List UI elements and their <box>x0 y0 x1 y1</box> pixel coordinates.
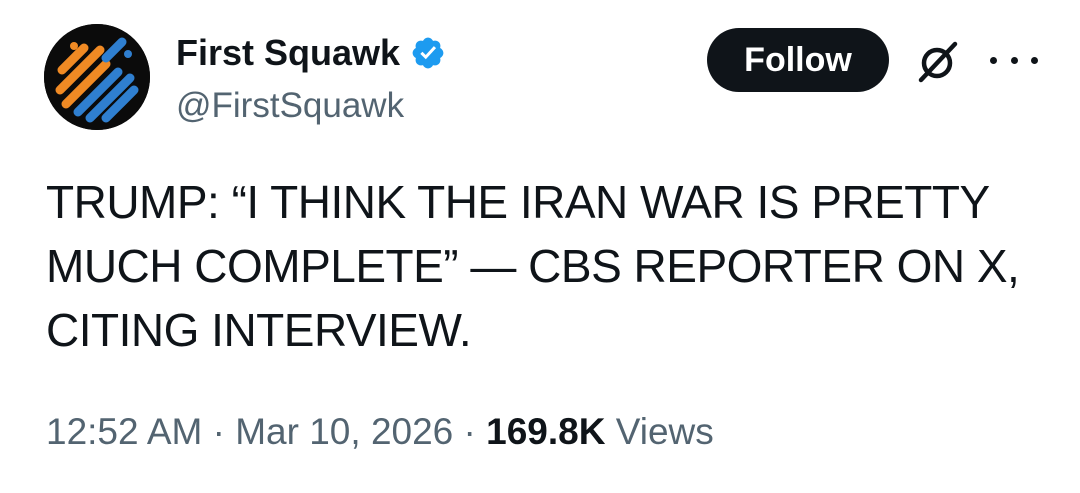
avatar[interactable] <box>44 24 150 130</box>
first-squawk-logo <box>44 24 150 130</box>
tweet-time[interactable]: 12:52 AM <box>46 411 202 452</box>
tweet-text-line: MUCH COMPLETE” — CBS REPORTER ON X, <box>46 240 1020 292</box>
more-dot <box>1010 56 1018 64</box>
tweet-meta: 12:52 AM · Mar 10, 2026 · 169.8K Views <box>46 408 714 456</box>
author-name-row[interactable]: First Squawk <box>176 30 446 76</box>
meta-separator: · <box>212 411 225 452</box>
verified-badge-icon[interactable] <box>410 35 446 71</box>
views-label: Views <box>615 411 714 452</box>
tweet-text: TRUMP: “I THINK THE IRAN WAR IS PRETTY M… <box>46 170 1046 362</box>
grok-icon[interactable] <box>912 38 962 86</box>
author-handle[interactable]: @FirstSquawk <box>176 84 404 128</box>
follow-button[interactable]: Follow <box>707 28 889 92</box>
more-dot <box>990 56 997 64</box>
view-count: 169.8K <box>486 411 606 452</box>
more-horizontal-icon[interactable] <box>990 40 1038 80</box>
meta-separator: · <box>463 411 476 452</box>
tweet-text-line: CITING INTERVIEW. <box>46 304 472 356</box>
author-display-name[interactable]: First Squawk <box>176 30 400 76</box>
tweet-date[interactable]: Mar 10, 2026 <box>235 411 453 452</box>
more-dot <box>1031 56 1038 64</box>
tweet-text-line: TRUMP: “I THINK THE IRAN WAR IS PRETTY <box>46 176 990 228</box>
